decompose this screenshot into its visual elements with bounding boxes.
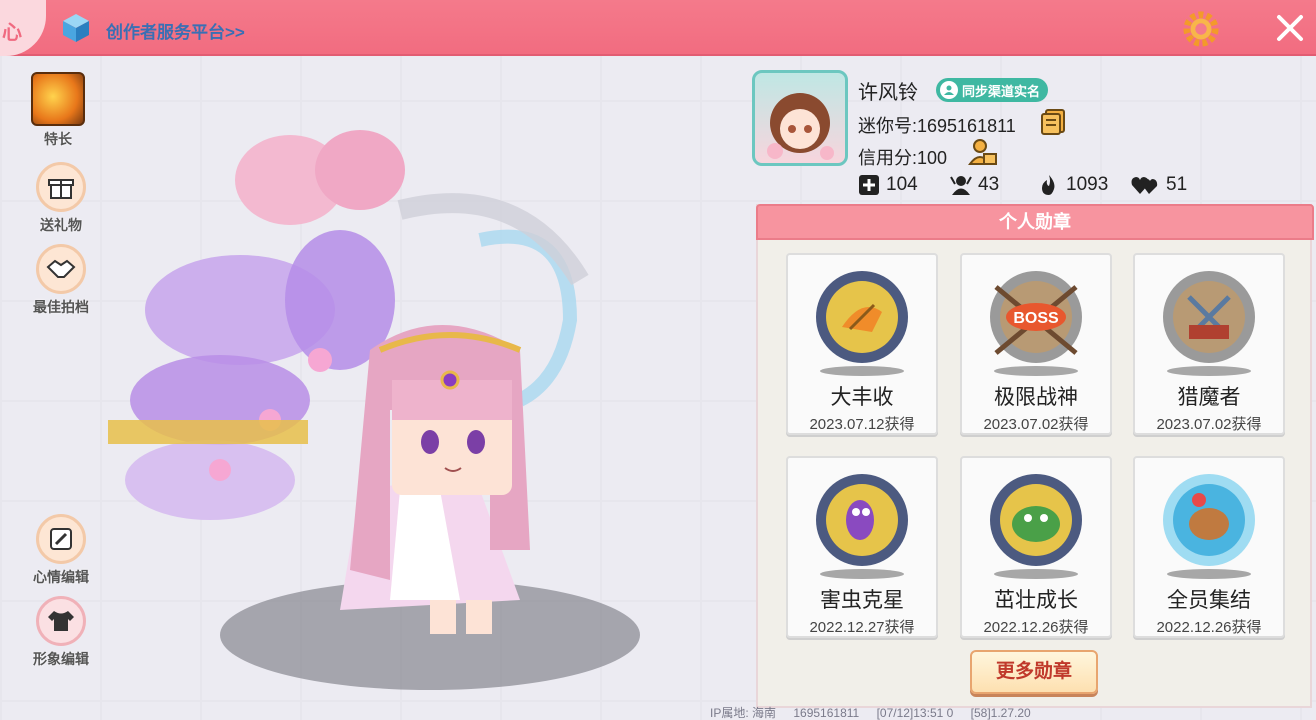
sidebar-item-label: 特长 bbox=[44, 131, 72, 147]
medal-name: 极限战神 bbox=[994, 386, 1078, 409]
stat-likes-value: 104 bbox=[886, 174, 918, 195]
footer-uid: 1695161811 bbox=[793, 706, 860, 720]
sidebar-item-talent[interactable]: 特长 bbox=[18, 72, 98, 149]
medal-name: 大丰收 bbox=[830, 386, 894, 409]
close-icon[interactable] bbox=[1274, 12, 1306, 44]
character-avatar bbox=[108, 130, 589, 634]
avatar[interactable] bbox=[752, 70, 848, 166]
medal-date: 2023.07.02获得 bbox=[983, 416, 1089, 433]
avatar-portrait-icon bbox=[767, 93, 834, 160]
sidebar-item-mood-edit[interactable]: 心情编辑 bbox=[21, 514, 101, 587]
medal-card[interactable]: 害虫克星 2022.12.27获得 bbox=[786, 456, 938, 638]
stat-fans-value: 43 bbox=[978, 174, 1000, 195]
outfit-icon bbox=[36, 596, 86, 646]
gift-icon bbox=[36, 162, 86, 212]
copy-icon[interactable] bbox=[1040, 108, 1066, 136]
medal-name: 猎魔者 bbox=[1177, 386, 1241, 409]
hearts-icon bbox=[1131, 177, 1158, 194]
username: 许风铃 bbox=[858, 82, 918, 104]
stat-popularity-value: 1093 bbox=[1066, 174, 1109, 195]
medal-card[interactable]: BOSS 极限战神 2023.07.02获得 bbox=[960, 253, 1112, 435]
footer-version: [58]1.27.20 bbox=[970, 706, 1031, 720]
plus-box-icon bbox=[859, 175, 879, 195]
svg-text:BOSS: BOSS bbox=[1013, 310, 1059, 327]
medal-date: 2022.12.26获得 bbox=[983, 619, 1089, 636]
boss-medal-icon: BOSS bbox=[990, 271, 1082, 376]
cube-icon bbox=[63, 14, 89, 42]
footer-time: [07/12]13:51 0 bbox=[876, 706, 954, 720]
medal-name: 全员集结 bbox=[1167, 589, 1251, 612]
top-bar: 心 创作者服务平台>> bbox=[0, 0, 1316, 56]
sidebar-item-gift[interactable]: 送礼物 bbox=[21, 162, 101, 235]
medal-date: 2023.07.12获得 bbox=[809, 416, 915, 433]
medal-panel-title: 个人勋章 bbox=[756, 204, 1314, 240]
sidebar-item-outfit-edit[interactable]: 形象编辑 bbox=[21, 596, 101, 669]
edit-icon bbox=[36, 514, 86, 564]
gear-icon[interactable] bbox=[1182, 10, 1220, 48]
stat-fans: 43 bbox=[950, 174, 999, 196]
harvest-medal-icon bbox=[816, 271, 908, 376]
medal-date: 2023.07.02获得 bbox=[1156, 416, 1262, 433]
medal-name: 茁壮成长 bbox=[994, 589, 1078, 612]
medal-date: 2022.12.27获得 bbox=[809, 619, 915, 636]
corner-tab: 心 bbox=[0, 0, 46, 56]
medal-card[interactable]: 茁壮成长 2022.12.26获得 bbox=[960, 456, 1112, 638]
stats-row: 104 43 1093 51 bbox=[858, 174, 1218, 200]
flame-icon bbox=[1042, 175, 1055, 195]
user-id: 迷你号:1695161811 bbox=[858, 116, 1016, 136]
assemble-medal-icon bbox=[1163, 474, 1255, 579]
stat-hearts: 51 bbox=[1130, 174, 1187, 196]
footer-info: IP属地: 海南 1695161811 [07/12]13:51 0 [58]1… bbox=[710, 704, 1045, 720]
sidebar-item-label: 送礼物 bbox=[40, 217, 82, 233]
medal-name: 害虫克星 bbox=[820, 589, 904, 612]
sidebar-item-label: 形象编辑 bbox=[33, 651, 89, 667]
handshake-icon bbox=[36, 244, 86, 294]
stat-hearts-value: 51 bbox=[1166, 174, 1188, 195]
realname-badge-label: 同步渠道实名 bbox=[962, 83, 1041, 99]
sidebar-item-label: 心情编辑 bbox=[33, 569, 89, 585]
credit-info-icon[interactable] bbox=[968, 138, 998, 166]
realname-badge[interactable]: 同步渠道实名 bbox=[936, 78, 1049, 102]
stat-popularity: 1093 bbox=[1038, 174, 1108, 196]
credit-score: 信用分:100 bbox=[858, 148, 948, 168]
more-medals-button[interactable]: 更多勋章 bbox=[970, 650, 1098, 694]
sidebar-item-best-partner[interactable]: 最佳拍档 bbox=[21, 244, 101, 317]
medal-date: 2022.12.26获得 bbox=[1156, 619, 1262, 636]
creator-platform-link[interactable]: 创作者服务平台>> bbox=[106, 18, 245, 43]
ip-location: IP属地: 海南 bbox=[710, 706, 777, 720]
user-verified-icon bbox=[940, 81, 958, 99]
fans-icon bbox=[950, 176, 972, 195]
stat-likes: 104 bbox=[858, 174, 918, 196]
talent-icon bbox=[31, 72, 85, 126]
medal-card[interactable]: 大丰收 2023.07.12获得 bbox=[786, 253, 938, 435]
medal-card[interactable]: 猎魔者 2023.07.02获得 bbox=[1133, 253, 1285, 435]
demon-hunter-medal-icon bbox=[1163, 271, 1255, 376]
pest-buster-medal-icon bbox=[816, 474, 908, 579]
sidebar-item-label: 最佳拍档 bbox=[33, 299, 89, 315]
growth-medal-icon bbox=[990, 474, 1082, 579]
medal-card[interactable]: 全员集结 2022.12.26获得 bbox=[1133, 456, 1285, 638]
